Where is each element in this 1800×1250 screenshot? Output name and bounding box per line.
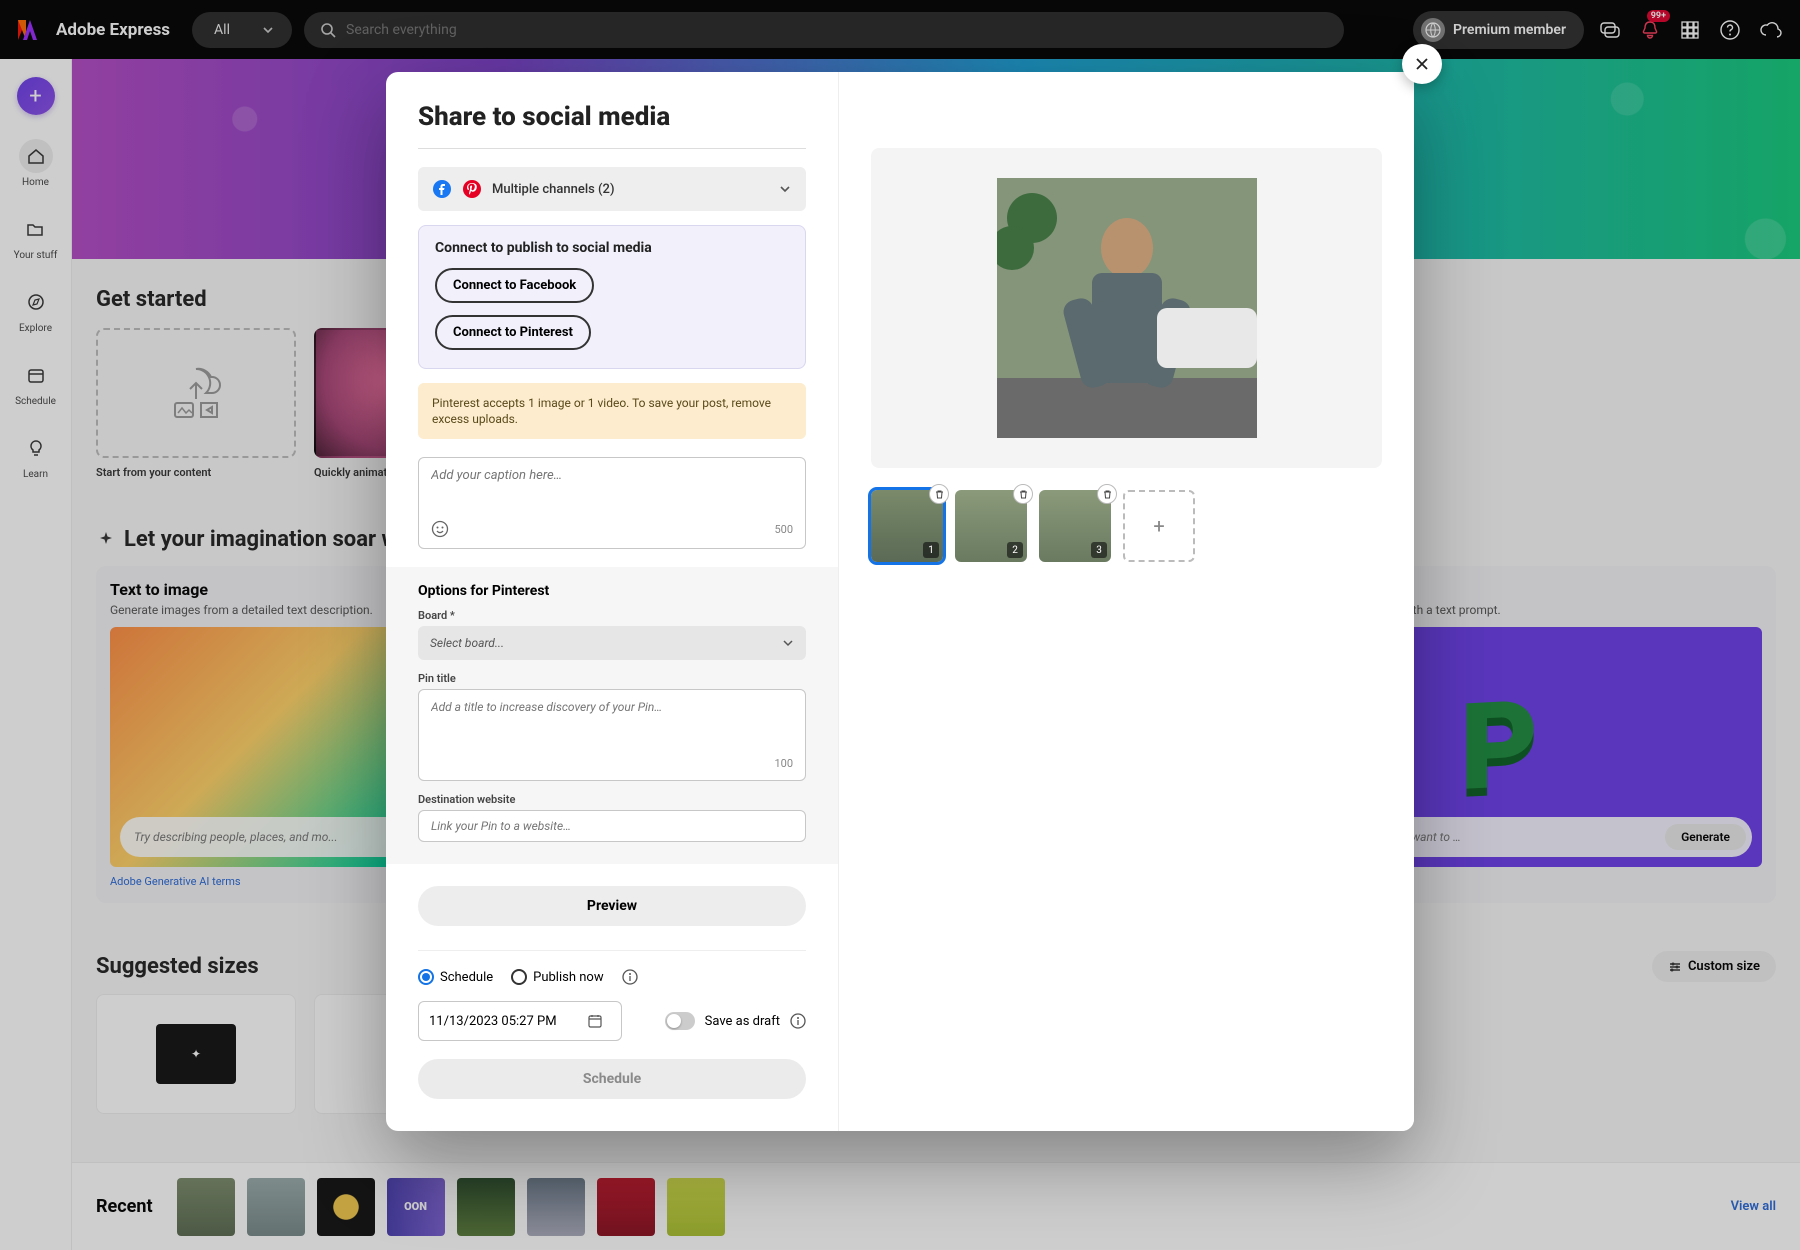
delete-thumb-button[interactable] <box>1013 484 1033 504</box>
trash-icon <box>1102 489 1113 500</box>
close-button[interactable] <box>1402 44 1442 84</box>
caption-textarea[interactable] <box>431 468 793 520</box>
modal-overlay: Share to social media Multiple channels … <box>0 0 1800 1250</box>
modal-left-panel: Share to social media Multiple channels … <box>386 72 838 1131</box>
schedule-submit-button[interactable]: Schedule <box>418 1059 806 1099</box>
pin-title-char-count: 100 <box>774 757 793 770</box>
divider <box>418 148 806 149</box>
radio-icon <box>511 969 527 985</box>
save-draft-toggle[interactable] <box>665 1012 695 1030</box>
datetime-input[interactable] <box>418 1001 622 1041</box>
channels-dropdown[interactable]: Multiple channels (2) <box>418 167 806 211</box>
radio-label: Publish now <box>533 970 603 985</box>
trash-icon <box>1018 489 1029 500</box>
delete-thumb-button[interactable] <box>1097 484 1117 504</box>
save-as-draft-row: Save as draft <box>665 1012 806 1030</box>
chevron-down-icon <box>782 637 794 649</box>
add-thumb-button[interactable]: + <box>1123 490 1195 562</box>
chevron-down-icon <box>778 182 792 196</box>
radio-icon <box>418 969 434 985</box>
share-modal: Share to social media Multiple channels … <box>386 72 1414 1131</box>
thumb-index: 3 <box>1091 542 1107 558</box>
info-icon[interactable] <box>622 969 638 985</box>
destination-website-input[interactable] <box>418 810 806 842</box>
publish-now-radio[interactable]: Publish now <box>511 969 603 985</box>
preview-thumb[interactable]: 3 <box>1039 490 1111 562</box>
close-icon <box>1414 56 1430 72</box>
board-label: Board * <box>418 609 806 622</box>
board-select[interactable]: Select board... <box>418 626 806 660</box>
post-preview-image <box>997 178 1257 438</box>
info-icon[interactable] <box>790 1013 806 1029</box>
board-select-placeholder: Select board... <box>430 636 504 650</box>
modal-right-panel: 1 2 3 + <box>838 72 1414 1131</box>
calendar-icon <box>587 1013 603 1029</box>
facebook-icon <box>432 179 452 199</box>
thumb-index: 1 <box>923 542 939 558</box>
pinterest-options-section: Options for Pinterest Board * Select boa… <box>386 567 838 864</box>
pinterest-options-heading: Options for Pinterest <box>418 583 806 599</box>
pin-title-textarea[interactable] <box>431 700 793 757</box>
connect-accounts-box: Connect to publish to social media Conne… <box>418 225 806 369</box>
schedule-radio[interactable]: Schedule <box>418 969 493 985</box>
datetime-value[interactable] <box>429 1014 579 1029</box>
smiley-icon <box>431 520 449 538</box>
connect-heading: Connect to publish to social media <box>435 240 789 256</box>
save-draft-label: Save as draft <box>705 1014 780 1029</box>
caption-char-count: 500 <box>774 523 793 536</box>
delete-thumb-button[interactable] <box>929 484 949 504</box>
radio-label: Schedule <box>440 970 493 985</box>
channels-label: Multiple channels (2) <box>492 182 615 197</box>
timing-radio-row: Schedule Publish now <box>418 950 806 985</box>
trash-icon <box>934 489 945 500</box>
pin-title-label: Pin title <box>418 672 806 685</box>
connect-pinterest-button[interactable]: Connect to Pinterest <box>435 315 591 350</box>
destination-website-label: Destination website <box>418 793 806 806</box>
modal-title: Share to social media <box>418 102 806 132</box>
post-preview-frame <box>871 148 1382 468</box>
preview-button[interactable]: Preview <box>418 886 806 926</box>
emoji-picker-button[interactable] <box>431 520 449 538</box>
schedule-detail-row: Save as draft <box>418 1001 806 1041</box>
preview-thumbs-row: 1 2 3 + <box>871 490 1382 562</box>
caption-field: 500 <box>418 457 806 549</box>
pin-title-field: 100 <box>418 689 806 781</box>
preview-thumb[interactable]: 1 <box>871 490 943 562</box>
pinterest-icon <box>462 179 482 199</box>
preview-thumb[interactable]: 2 <box>955 490 1027 562</box>
connect-facebook-button[interactable]: Connect to Facebook <box>435 268 594 303</box>
pinterest-warning: Pinterest accepts 1 image or 1 video. To… <box>418 383 806 439</box>
thumb-index: 2 <box>1007 542 1023 558</box>
